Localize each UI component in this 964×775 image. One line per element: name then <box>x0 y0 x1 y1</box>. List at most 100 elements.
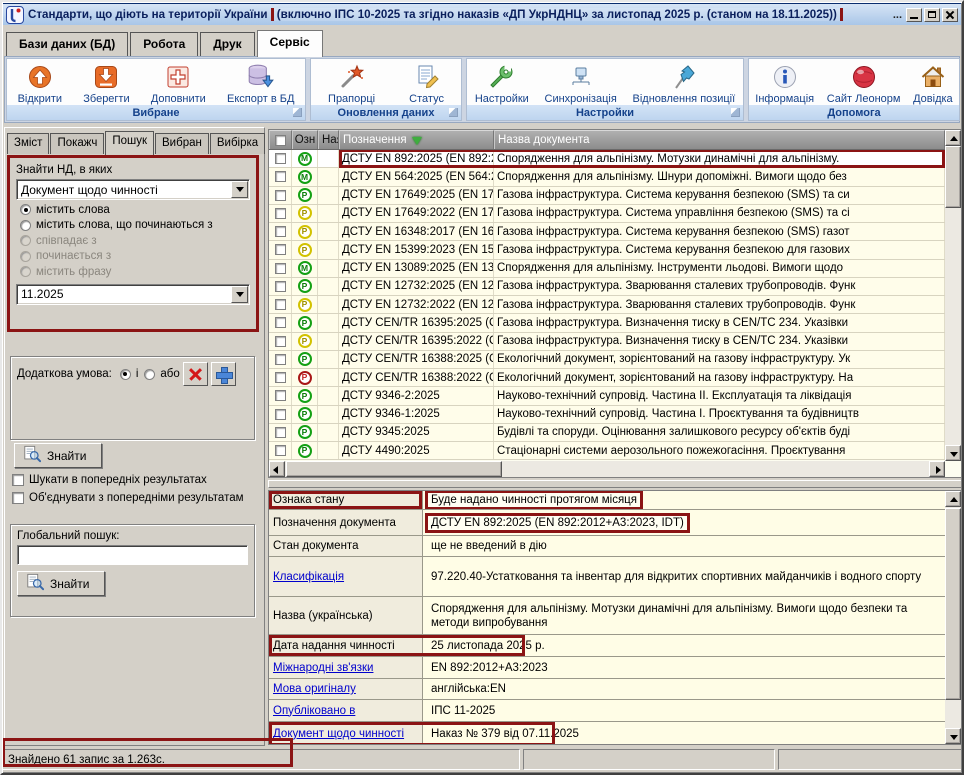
select-all-checkbox[interactable] <box>275 135 286 146</box>
sidebar-tab-2[interactable]: Покажч <box>50 133 104 154</box>
table-row[interactable]: РДСТУ EN 12732:2022 (EN 12732:2021,Газов… <box>269 296 945 314</box>
details-link[interactable]: Документ щодо чинності <box>273 728 404 740</box>
close-button[interactable] <box>942 8 958 22</box>
ribbon-button[interactable]: Прапорці <box>325 61 378 105</box>
column-header-designation[interactable]: Позначення <box>339 130 494 149</box>
table-row[interactable]: РДСТУ CEN/TR 16388:2022 (CEN/TR 16:Еколо… <box>269 369 945 387</box>
ribbon-button[interactable]: Інформація <box>752 61 817 105</box>
details-vertical-scrollbar[interactable] <box>945 491 961 744</box>
ribbon-tab-4[interactable]: Сервіс <box>257 30 323 57</box>
scrollbar-thumb[interactable] <box>286 461 502 477</box>
row-checkbox[interactable] <box>275 281 286 292</box>
merge-previous-checkbox[interactable]: Об'єднувати з попередніми результатам <box>12 492 262 504</box>
search-mode-radio-1[interactable]: містить слова <box>20 204 250 216</box>
minimize-button[interactable] <box>906 8 922 22</box>
global-find-button[interactable]: Знайти <box>17 571 105 596</box>
ribbon-button[interactable]: Зберегти <box>80 61 132 105</box>
grid-vertical-scrollbar[interactable] <box>945 130 961 461</box>
chevron-down-icon[interactable] <box>231 286 248 303</box>
ribbon-button[interactable]: Доповнити <box>148 61 209 105</box>
column-header-document-name[interactable]: Назва документа <box>494 130 945 149</box>
table-row[interactable]: РДСТУ CEN/TR 16388:2025 (CEN/TR 16:Еколо… <box>269 351 945 369</box>
dialog-launcher-icon[interactable] <box>731 108 740 117</box>
ribbon-tab-3[interactable]: Друк <box>200 32 254 56</box>
delete-condition-button[interactable] <box>183 362 208 386</box>
maximize-button[interactable] <box>924 8 940 22</box>
table-row[interactable]: РДСТУ EN 17649:2025 (EN 17649:2022,Газов… <box>269 187 945 205</box>
chevron-down-icon[interactable] <box>231 181 248 198</box>
find-button[interactable]: Знайти <box>14 443 102 468</box>
row-checkbox[interactable] <box>275 190 286 201</box>
row-checkbox[interactable] <box>275 153 286 164</box>
ribbon-button[interactable]: Експорт в БД <box>224 61 297 105</box>
details-link[interactable]: Міжнародні зв'язки <box>273 662 373 674</box>
search-mode-radio-2[interactable]: містить слова, що починаються з <box>20 219 250 231</box>
table-row[interactable]: РДСТУ 9346-2:2025Науково-технічний супро… <box>269 387 945 405</box>
table-row[interactable]: РДСТУ CEN/TR 16395:2022 (CEN/TR 16:Газов… <box>269 333 945 351</box>
table-row[interactable]: РДСТУ EN 16348:2017 (EN 16348:2013,Газов… <box>269 223 945 241</box>
row-checkbox[interactable] <box>275 427 286 438</box>
ribbon-button[interactable]: Синхронізація <box>542 61 620 105</box>
sidebar-tab-3[interactable]: Пошук <box>105 131 154 155</box>
ribbon-button[interactable]: Статус <box>406 61 447 105</box>
row-checkbox[interactable] <box>275 208 286 219</box>
scrollbar-thumb[interactable] <box>945 508 961 700</box>
table-row[interactable]: МДСТУ EN 13089:2025 (EN 13089:2011+Споря… <box>269 260 945 278</box>
ribbon-tab-1[interactable]: Бази даних (БД) <box>6 32 128 56</box>
table-row[interactable]: РДСТУ CEN/TR 16395:2025 (CEN/TR 16:Газов… <box>269 314 945 332</box>
filter-icon[interactable] <box>412 137 422 150</box>
scroll-up-icon[interactable] <box>945 130 961 146</box>
grid-horizontal-scrollbar[interactable] <box>269 461 945 477</box>
details-link[interactable]: Мова оригіналу <box>273 683 356 695</box>
row-checkbox[interactable] <box>275 299 286 310</box>
table-row[interactable]: РДСТУ 4490:2025Стаціонарні системи аероз… <box>269 442 945 460</box>
ribbon-tab-2[interactable]: Робота <box>130 32 198 56</box>
splitter-handle[interactable] <box>268 480 962 488</box>
row-checkbox[interactable] <box>275 372 286 383</box>
search-previous-checkbox[interactable]: Шукати в попередніх результатах <box>12 474 262 486</box>
dialog-launcher-icon[interactable] <box>293 108 302 117</box>
scroll-left-icon[interactable] <box>269 461 285 477</box>
ribbon-button[interactable]: Відновлення позиції <box>630 61 739 105</box>
table-row[interactable]: РДСТУ 9345:2025Будівлі та споруди. Оціню… <box>269 424 945 442</box>
ribbon-button[interactable]: Довідка <box>910 61 956 105</box>
add-condition-button[interactable] <box>211 362 236 386</box>
ribbon-button[interactable]: Сайт Леонорм <box>824 61 904 105</box>
search-term-combobox[interactable]: 11.2025 <box>16 284 250 305</box>
sidebar-tab-1[interactable]: Зміст <box>7 133 49 154</box>
scroll-down-icon[interactable] <box>945 445 961 461</box>
row-checkbox[interactable] <box>275 317 286 328</box>
column-header-naya[interactable]: Ная <box>318 130 339 149</box>
row-checkbox[interactable] <box>275 171 286 182</box>
row-checkbox[interactable] <box>275 263 286 274</box>
table-row[interactable]: РДСТУ EN 17649:2022 (EN 17649:2022,Газов… <box>269 205 945 223</box>
and-radio[interactable]: і <box>120 368 139 380</box>
row-checkbox[interactable] <box>275 390 286 401</box>
row-checkbox[interactable] <box>275 336 286 347</box>
or-radio[interactable]: або <box>144 368 179 380</box>
search-field-combobox[interactable]: Документ щодо чинності <box>16 179 250 200</box>
global-search-input[interactable] <box>17 545 248 565</box>
row-checkbox[interactable] <box>275 409 286 420</box>
row-checkbox[interactable] <box>275 354 286 365</box>
details-link[interactable]: Опубліковано в <box>273 705 355 717</box>
details-link[interactable]: Класифікація <box>273 571 344 583</box>
scrollbar-thumb[interactable] <box>945 146 961 208</box>
table-row[interactable]: РДСТУ EN 15399:2023 (EN 15399:2018,Газов… <box>269 241 945 259</box>
table-row[interactable]: МДСТУ EN 892:2025 (EN 892:2012+A3:2(Спор… <box>269 150 945 168</box>
row-checkbox[interactable] <box>275 244 286 255</box>
column-header-ozn[interactable]: Озн <box>292 130 318 149</box>
ribbon-button[interactable]: Настройки <box>472 61 532 105</box>
sidebar-tab-4[interactable]: Вибран <box>155 133 209 154</box>
scroll-right-icon[interactable] <box>929 461 945 477</box>
ribbon-button[interactable]: Відкрити <box>15 61 65 105</box>
table-row[interactable]: МДСТУ EN 564:2025 (EN 564:2023, IDT)Спор… <box>269 168 945 186</box>
dialog-launcher-icon[interactable] <box>449 108 458 117</box>
row-checkbox[interactable] <box>275 226 286 237</box>
scroll-up-icon[interactable] <box>945 491 961 507</box>
sidebar-tab-5[interactable]: Вибірка <box>210 133 265 154</box>
row-checkbox[interactable] <box>275 445 286 456</box>
table-row[interactable]: РДСТУ 9346-1:2025Науково-технічний супро… <box>269 406 945 424</box>
scroll-down-icon[interactable] <box>945 728 961 744</box>
table-row[interactable]: РДСТУ EN 12732:2025 (EN 12732:2021,Газов… <box>269 278 945 296</box>
